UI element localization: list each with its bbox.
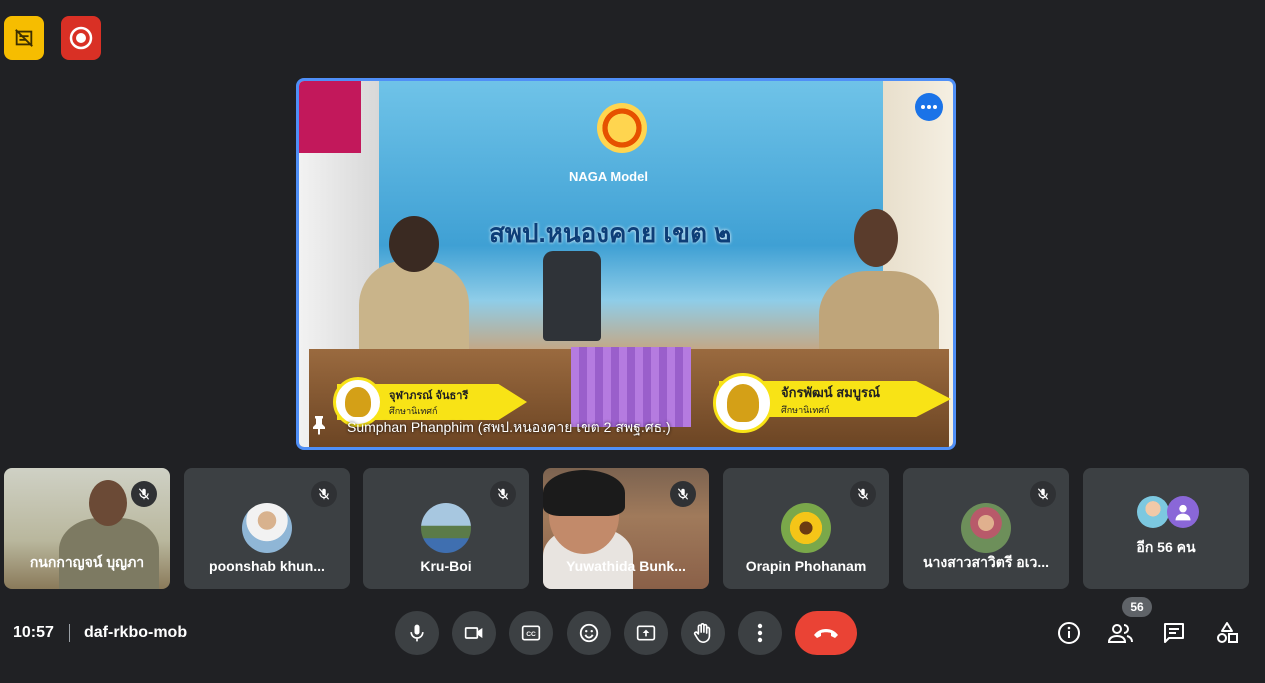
participant-tile[interactable]: Orapin Phohanam <box>723 468 889 589</box>
captions-button[interactable]: CC <box>509 611 553 655</box>
mic-off-icon <box>311 481 337 507</box>
avatar <box>781 503 831 553</box>
people-icon <box>1108 624 1133 643</box>
participant-name: Yuwathida Bunk... <box>566 558 686 574</box>
banner-logo-text: NAGA Model <box>569 169 648 184</box>
participant-name: กนกกาญจน์ บุญภา <box>29 554 145 570</box>
mic-off-icon <box>131 481 157 507</box>
participant-name: Kru-Boi <box>420 558 472 574</box>
present-icon <box>636 625 656 641</box>
meeting-details-button[interactable] <box>1054 618 1084 648</box>
participant-name: Orapin Phohanam <box>745 558 867 574</box>
mic-off-icon <box>670 481 696 507</box>
scene-poster <box>299 81 361 153</box>
shapes-icon <box>1217 622 1238 643</box>
avatar <box>421 503 471 553</box>
chat-button[interactable] <box>1159 618 1189 648</box>
camera-button[interactable] <box>452 611 496 655</box>
scene-drape <box>571 347 691 427</box>
leave-call-button[interactable] <box>795 611 857 655</box>
avatar <box>1167 496 1199 528</box>
participant-name: poonshab khun... <box>209 558 325 574</box>
scene-chair <box>543 251 601 341</box>
document-off-icon <box>15 29 33 47</box>
more-participants-label: อีก 56 คน <box>1136 539 1196 555</box>
meeting-clock: 10:57 <box>13 624 54 641</box>
emblem-icon <box>713 373 773 433</box>
presenter-name: Sumphan Phanphim (สพป.หนองคาย เขต 2 สพฐ.… <box>347 419 671 435</box>
avatar <box>242 503 292 553</box>
participant-name: นางสาวสาวิตรี อเว... <box>922 554 1050 570</box>
video-camera-icon <box>464 627 483 639</box>
chat-icon <box>1164 623 1184 643</box>
emoji-icon <box>579 623 599 643</box>
banner-logo <box>597 103 647 153</box>
svg-text:CC: CC <box>526 631 536 638</box>
participant-tile[interactable]: Kru-Boi <box>363 468 529 589</box>
avatar <box>961 503 1011 553</box>
mic-off-icon <box>1030 481 1056 507</box>
more-vertical-icon <box>757 623 763 643</box>
people-button[interactable] <box>1106 618 1136 648</box>
divider <box>69 624 70 642</box>
hand-icon <box>693 623 711 643</box>
recording-badge[interactable] <box>61 16 101 60</box>
closed-captions-icon: CC <box>521 625 541 641</box>
microphone-button[interactable] <box>395 611 439 655</box>
pin-icon <box>313 416 325 435</box>
more-participants-tile[interactable]: อีก 56 คน <box>1083 468 1249 589</box>
hang-up-icon <box>814 629 838 638</box>
reactions-button[interactable] <box>567 611 611 655</box>
microphone-icon <box>410 624 424 642</box>
activities-button[interactable] <box>1212 618 1242 648</box>
no-captions-badge[interactable] <box>4 16 44 60</box>
people-count-badge: 56 <box>1122 597 1152 617</box>
avatar <box>1137 496 1169 528</box>
participant-tile[interactable]: นางสาวสาวิตรี อเว... <box>903 468 1069 589</box>
record-icon <box>69 26 93 50</box>
tile-more-options-button[interactable] <box>915 93 943 121</box>
person-icon <box>1175 504 1191 521</box>
participant-tile[interactable]: Yuwathida Bunk... <box>543 468 709 589</box>
banner-title: สพป.หนองคาย เขต ๒ <box>489 218 732 248</box>
participant-tile[interactable]: poonshab khun... <box>184 468 350 589</box>
main-video-tile[interactable]: NAGA Model สพป.หนองคาย เขต ๒ จุฬาภรณ์ จั… <box>296 78 956 450</box>
info-icon <box>1058 622 1080 644</box>
meeting-code: daf-rkbo-mob <box>84 624 188 641</box>
mic-off-icon <box>850 481 876 507</box>
more-horizontal-icon <box>921 105 937 109</box>
raise-hand-button[interactable] <box>681 611 725 655</box>
present-screen-button[interactable] <box>624 611 668 655</box>
participant-tile[interactable]: กนกกาญจน์ บุญภา <box>4 468 170 589</box>
more-options-button[interactable] <box>738 611 782 655</box>
mic-off-icon <box>490 481 516 507</box>
